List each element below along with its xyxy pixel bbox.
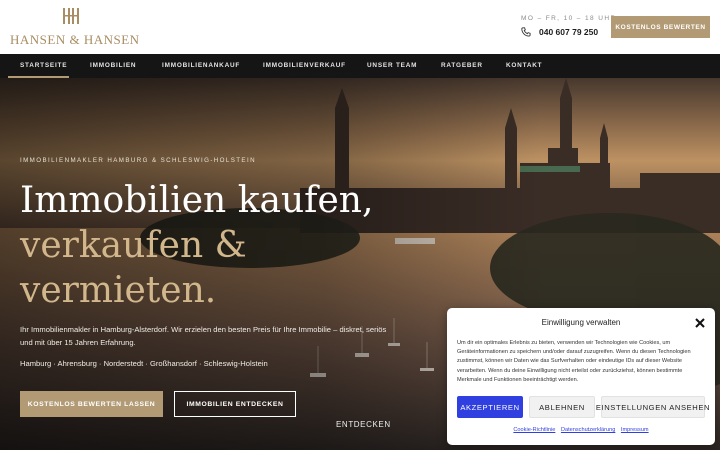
hero-headline-line-1: Immobilien kaufen, <box>20 180 374 221</box>
opening-hours: MO – FR, 10 – 18 UHR <box>521 15 617 22</box>
main-navigation: STARTSEITE IMMOBILIEN IMMOBILIENANKAUF I… <box>0 54 720 78</box>
cookie-dialog-text: Um dir ein optimales Erlebnis zu bieten,… <box>457 340 691 383</box>
logo[interactable]: HANSEN & HANSEN <box>10 6 140 50</box>
nav-item-immobilienankauf[interactable]: IMMOBILIENANKAUF <box>162 54 240 78</box>
logo-text: HANSEN & HANSEN <box>10 32 140 47</box>
nav-item-kontakt[interactable]: KONTAKT <box>506 54 542 78</box>
hero-headline-line-2: verkaufen & <box>20 225 247 266</box>
cookie-dialog-title: Einwilligung verwalten <box>541 318 621 327</box>
site-header: HANSEN & HANSEN MO – FR, 10 – 18 UHR 040… <box>0 0 720 54</box>
close-icon[interactable] <box>694 317 706 329</box>
nav-item-ratgeber[interactable]: RATGEBER <box>441 54 483 78</box>
hero-headline-line-3: vermieten. <box>20 270 217 311</box>
cookie-policy-link[interactable]: Cookie-Richtlinie <box>513 427 555 433</box>
nav-item-immobilienverkauf[interactable]: IMMOBILIENVERKAUF <box>263 54 346 78</box>
hero-regions: Hamburg · Ahrensburg · Norderstedt · Gro… <box>20 359 268 368</box>
phone-icon <box>521 27 531 37</box>
phone-number[interactable]: 040 607 79 250 <box>539 27 598 37</box>
nav-item-immobilien[interactable]: IMMOBILIEN <box>90 54 136 78</box>
valuation-button[interactable]: KOSTENLOS BEWERTEN LASSEN <box>20 391 163 417</box>
cookie-links: Cookie-Richtlinie Datenschutzerklärung I… <box>447 427 715 433</box>
cookie-settings-button[interactable]: EINSTELLUNGEN ANSEHEN <box>596 396 710 418</box>
scroll-discover-link[interactable]: ENTDECKEN <box>336 420 391 429</box>
nav-item-unser-team[interactable]: UNSER TEAM <box>367 54 417 78</box>
hero-eyebrow: IMMOBILIENMAKLER HAMBURG & SCHLESWIG-HOL… <box>20 157 256 164</box>
privacy-policy-link[interactable]: Datenschutzerklärung <box>561 427 615 433</box>
cookie-accept-button[interactable]: AKZEPTIEREN <box>457 396 523 418</box>
nav-item-startseite[interactable]: STARTSEITE <box>20 54 67 78</box>
discover-properties-button[interactable]: IMMOBILIEN ENTDECKEN <box>174 391 296 417</box>
imprint-link[interactable]: Impressum <box>621 427 649 433</box>
logo-monogram-icon <box>63 8 79 24</box>
hero-headline: Immobilien kaufen, verkaufen & vermieten… <box>20 178 373 313</box>
hero-intro-text: Ihr Immobilienmakler in Hamburg-Alsterdo… <box>20 325 387 347</box>
header-cta-button[interactable]: KOSTENLOS BEWERTEN <box>611 16 710 38</box>
cookie-deny-button[interactable]: ABLEHNEN <box>529 396 595 418</box>
cookie-consent-dialog: Einwilligung verwalten Um dir ein optima… <box>447 308 715 445</box>
